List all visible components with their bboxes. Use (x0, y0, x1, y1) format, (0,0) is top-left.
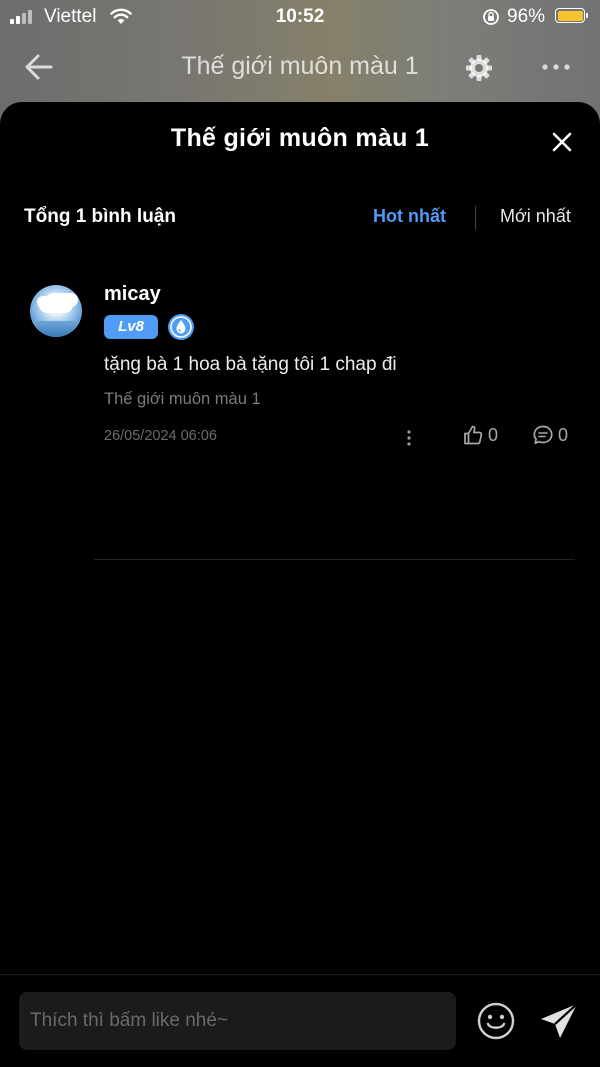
thumbs-up-icon (464, 425, 483, 445)
rotation-lock-icon (483, 9, 499, 25)
battery-percent: 96% (507, 6, 546, 27)
sort-newest-tab[interactable]: Mới nhất (500, 206, 571, 227)
reply-button[interactable]: 0 (532, 424, 568, 446)
battery-icon (555, 8, 588, 23)
sort-hot-tab[interactable]: Hot nhất (373, 206, 446, 227)
more-icon[interactable] (540, 53, 572, 81)
water-drop-badge-icon (168, 314, 194, 340)
comment-chapter-link[interactable]: Thế giới muôn màu 1 (104, 390, 261, 409)
sheet-title: Thế giới muôn màu 1 (170, 124, 430, 152)
gear-icon[interactable] (464, 53, 494, 83)
send-icon[interactable] (538, 1000, 580, 1042)
comments-sheet: Thế giới muôn màu 1 Tổng 1 bình luận Hot… (0, 102, 600, 1067)
level-badge: Lv8 (104, 315, 158, 339)
status-bar: Viettel 10:52 96% (0, 0, 600, 34)
more-vertical-icon[interactable] (400, 428, 418, 448)
comment-text: tặng bà 1 hoa bà tặng tôi 1 chap đi (104, 354, 397, 375)
reader-title: Thế giới muôn màu 1 (181, 52, 419, 80)
back-arrow-icon[interactable] (24, 53, 54, 81)
comment-timestamp: 26/05/2024 06:06 (104, 428, 217, 444)
emoji-icon[interactable] (475, 1000, 517, 1042)
reader-header: Thế giới muôn màu 1 (0, 40, 600, 94)
composer-divider (0, 974, 600, 975)
chat-bubble-icon (533, 425, 553, 445)
like-button[interactable]: 0 (462, 424, 498, 446)
comment-divider (94, 559, 575, 560)
like-count: 0 (488, 424, 499, 445)
avatar[interactable] (30, 285, 82, 337)
comment-input[interactable] (19, 992, 456, 1050)
close-icon[interactable] (548, 128, 576, 156)
comment-username[interactable]: micay (104, 283, 161, 306)
sort-divider (475, 206, 476, 230)
comment-count: Tổng 1 bình luận (24, 206, 176, 227)
reply-count: 0 (558, 424, 569, 445)
